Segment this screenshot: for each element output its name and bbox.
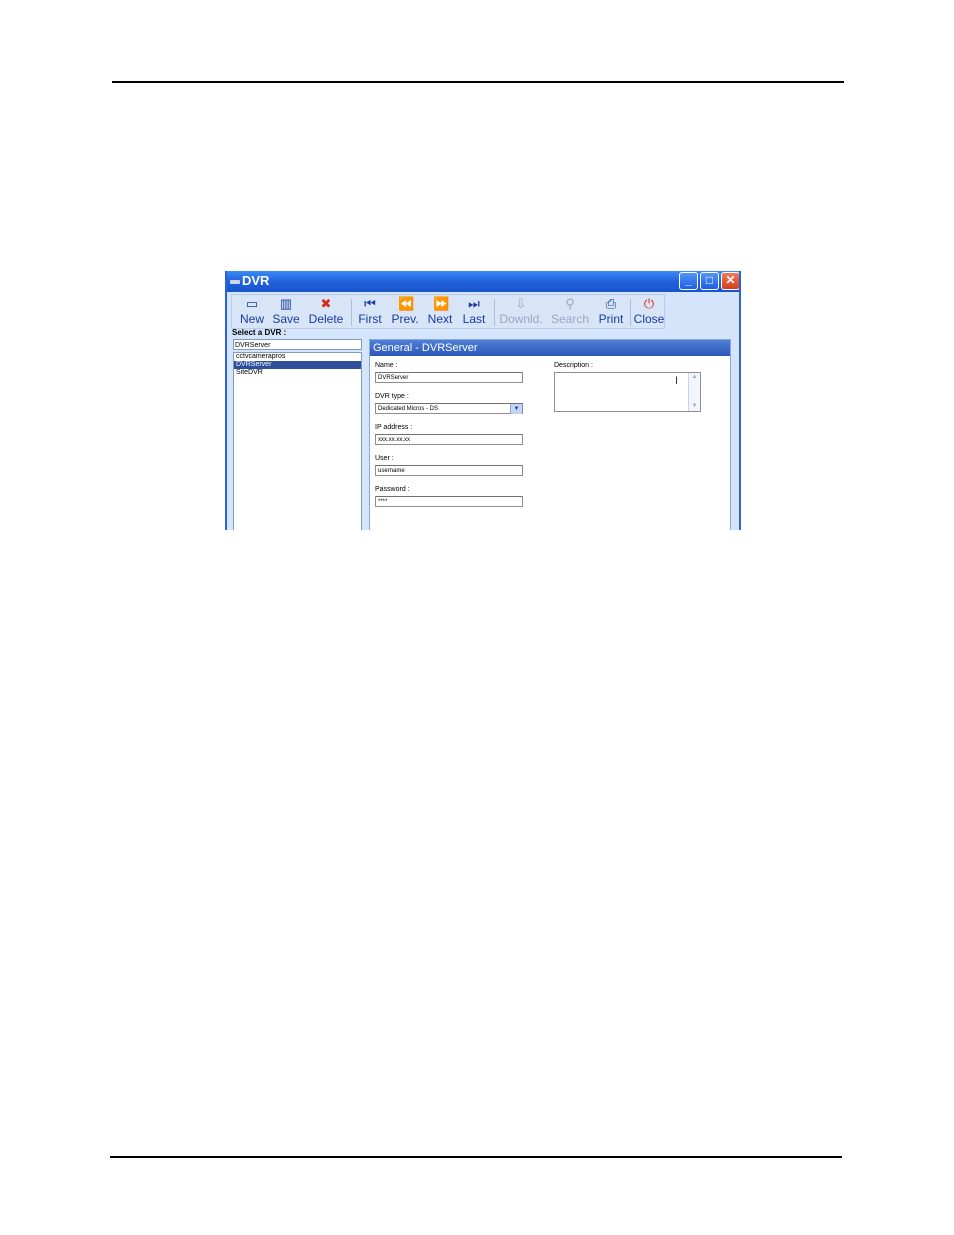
- close-button[interactable]: ⏻ Close: [633, 295, 665, 329]
- list-item-selected[interactable]: DVRServer: [234, 361, 361, 369]
- list-item[interactable]: SiteDVR: [234, 369, 361, 377]
- first-button[interactable]: ⏮ First: [356, 295, 384, 329]
- description-label: Description :: [554, 362, 593, 369]
- search-icon: ⚲: [565, 296, 575, 311]
- select-dvr-label: Select a DVR :: [232, 328, 287, 337]
- text-cursor-icon: I: [675, 375, 679, 387]
- description-scrollbar[interactable]: ▲ ▼: [688, 373, 700, 411]
- search-button[interactable]: ⚲ Search: [550, 295, 590, 329]
- panel-title: General - DVRServer: [370, 340, 730, 356]
- prev-button[interactable]: ⏪ Prev.: [389, 295, 421, 329]
- print-button[interactable]: ⎙ Print: [596, 295, 626, 329]
- list-item[interactable]: cctvcamerapros: [234, 353, 361, 361]
- toolbar-separator: [494, 299, 495, 326]
- dvr-select-input[interactable]: DVRServer: [233, 339, 362, 350]
- user-field[interactable]: username: [375, 465, 523, 476]
- new-button[interactable]: ▭ New: [238, 295, 266, 329]
- new-icon: ▭: [245, 296, 259, 311]
- description-field[interactable]: I ▲ ▼: [554, 372, 701, 412]
- minimize-button[interactable]: _: [679, 272, 698, 290]
- window-close-button[interactable]: ✕: [721, 272, 739, 290]
- last-icon: ⏭: [468, 296, 480, 311]
- download-icon: ⇩: [515, 296, 527, 311]
- password-field[interactable]: ****: [375, 496, 523, 507]
- toolbar: ▭ New ▥ Save ✖ Delete ⏮ First ⏪ Prev. ⏩ …: [231, 294, 665, 329]
- dvr-list: cctvcamerapros DVRServer SiteDVR: [233, 352, 362, 530]
- name-label: Name :: [375, 362, 398, 369]
- title-bar[interactable]: DVR _ □ ✕: [227, 271, 739, 292]
- dvr-type-label: DVR type :: [375, 393, 409, 400]
- dvr-window: DVR _ □ ✕ ▭ New ▥ Save ✖ Delete ⏮ First …: [225, 271, 741, 530]
- general-panel: General - DVRServer Name : DVRServer DVR…: [369, 339, 731, 530]
- download-button[interactable]: ⇩ Downld.: [498, 295, 544, 329]
- dvr-type-value: Dedicated Micros - DS: [378, 406, 439, 412]
- scroll-up-icon[interactable]: ▲: [690, 373, 699, 382]
- toolbar-separator: [351, 299, 352, 326]
- page-bottom-rule: [110, 1156, 842, 1158]
- window-app-icon: [230, 280, 240, 284]
- last-button[interactable]: ⏭ Last: [460, 295, 488, 329]
- page-top-rule: [112, 81, 844, 83]
- ip-address-label: IP address :: [375, 424, 413, 431]
- window-title: DVR: [242, 273, 270, 288]
- print-icon: ⎙: [605, 296, 617, 311]
- ip-address-field[interactable]: xxx.xx.xx.xx: [375, 434, 523, 445]
- password-label: Password :: [375, 486, 410, 493]
- first-icon: ⏮: [364, 296, 376, 311]
- delete-button[interactable]: ✖ Delete: [306, 295, 346, 329]
- chevron-down-icon[interactable]: ▼: [510, 404, 522, 414]
- scroll-down-icon[interactable]: ▼: [690, 402, 699, 411]
- toolbar-separator: [630, 299, 631, 326]
- save-icon: ▥: [279, 296, 293, 311]
- save-button[interactable]: ▥ Save: [270, 295, 302, 329]
- close-icon: ⏻: [643, 296, 655, 311]
- prev-icon: ⏪: [398, 296, 415, 311]
- next-button[interactable]: ⏩ Next: [425, 295, 455, 329]
- user-label: User :: [375, 455, 394, 462]
- next-icon: ⏩: [433, 296, 450, 311]
- name-field[interactable]: DVRServer: [375, 372, 523, 383]
- delete-icon: ✖: [320, 296, 332, 311]
- maximize-button[interactable]: □: [700, 272, 719, 290]
- dvr-type-select[interactable]: Dedicated Micros - DS ▼: [375, 403, 523, 414]
